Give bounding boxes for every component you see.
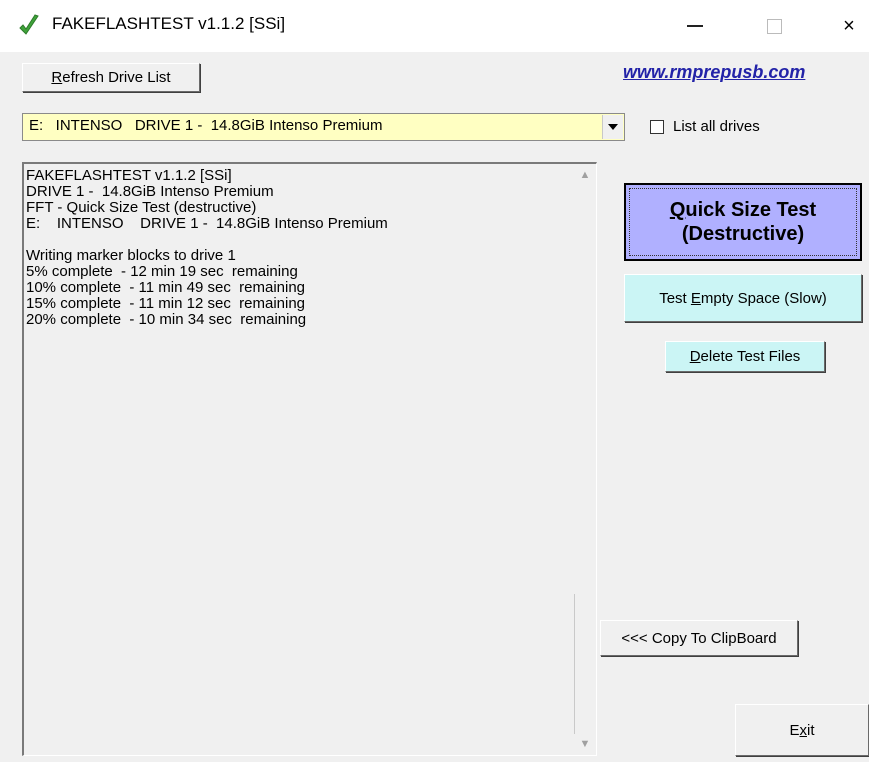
exit-prefix: E [789, 721, 800, 739]
log-output[interactable]: FAKEFLASHTEST v1.1.2 [SSi] DRIVE 1 - 14.… [22, 162, 597, 756]
log-line: E: INTENSO DRIVE 1 - 14.8GiB Intenso Pre… [26, 215, 388, 232]
refresh-access-key: R [51, 69, 63, 86]
log-line: FAKEFLASHTEST v1.1.2 [SSi] [26, 167, 232, 184]
refresh-drive-list-button[interactable]: Refresh Drive List [22, 63, 200, 92]
drive-select-dropdown-button[interactable] [602, 115, 623, 139]
log-line: 5% complete - 12 min 19 sec remaining [26, 263, 298, 280]
window-title: FAKEFLASHTEST v1.1.2 [SSi] [52, 14, 286, 33]
minimize-button[interactable] [672, 8, 718, 44]
website-link[interactable]: www.rmprepusb.com [623, 62, 805, 83]
maximize-button[interactable] [751, 8, 797, 44]
log-scrollbar[interactable]: ▲ ▼ [574, 164, 596, 755]
log-lines: FAKEFLASHTEST v1.1.2 [SSi] DRIVE 1 - 14.… [26, 168, 566, 328]
log-line: DRIVE 1 - 14.8GiB Intenso Premium [26, 183, 274, 200]
log-line: 10% complete - 11 min 49 sec remaining [26, 279, 306, 296]
drive-select[interactable]: E: INTENSO DRIVE 1 - 14.8GiB Intenso Pre… [22, 113, 625, 141]
test-empty-space-prefix: Test [659, 289, 691, 307]
close-icon: × [843, 14, 855, 37]
focus-rectangle [629, 188, 857, 256]
list-all-drives-label: List all drives [673, 118, 760, 135]
log-line: FFT - Quick Size Test (destructive) [26, 199, 257, 216]
scrollbar-track-line [574, 594, 575, 734]
copy-to-clipboard-label: <<< Copy To ClipBoard [621, 629, 777, 647]
delete-test-files-button[interactable]: Delete Test Files [665, 341, 825, 372]
copy-to-clipboard-button[interactable]: <<< Copy To ClipBoard [600, 620, 798, 656]
maximize-icon [766, 18, 782, 34]
chevron-down-icon [608, 124, 618, 130]
delete-test-files-access-key: D [689, 348, 701, 365]
scroll-down-icon[interactable]: ▼ [574, 733, 596, 755]
log-line: 15% complete - 11 min 12 sec remaining [26, 295, 306, 312]
delete-test-files-label: elete Test Files [700, 348, 801, 365]
exit-access-key: x [799, 721, 808, 739]
refresh-label: efresh Drive List [62, 69, 171, 86]
close-button[interactable]: × [826, 8, 869, 44]
log-line: 20% complete - 10 min 34 sec remaining [26, 311, 307, 328]
drive-select-value: E: INTENSO DRIVE 1 - 14.8GiB Intenso Pre… [29, 117, 383, 134]
test-empty-space-button[interactable]: Test Empty Space (Slow) [624, 274, 862, 322]
quick-size-test-button[interactable]: Quick Size Test (Destructive) [624, 183, 862, 261]
minimize-icon [687, 25, 703, 27]
list-all-drives-checkbox[interactable] [650, 119, 664, 134]
test-empty-space-access-key: E [690, 289, 701, 307]
test-empty-space-label: mpty Space (Slow) [700, 289, 827, 307]
green-checkmark-icon [19, 14, 39, 35]
title-bar: FAKEFLASHTEST v1.1.2 [SSi] × [0, 0, 869, 52]
log-line: Writing marker blocks to drive 1 [26, 247, 236, 264]
exit-button[interactable]: Ex it [735, 704, 869, 756]
list-all-drives-option[interactable]: List all drives [650, 118, 760, 135]
scroll-up-icon[interactable]: ▲ [574, 164, 596, 186]
exit-label: it [807, 721, 815, 739]
